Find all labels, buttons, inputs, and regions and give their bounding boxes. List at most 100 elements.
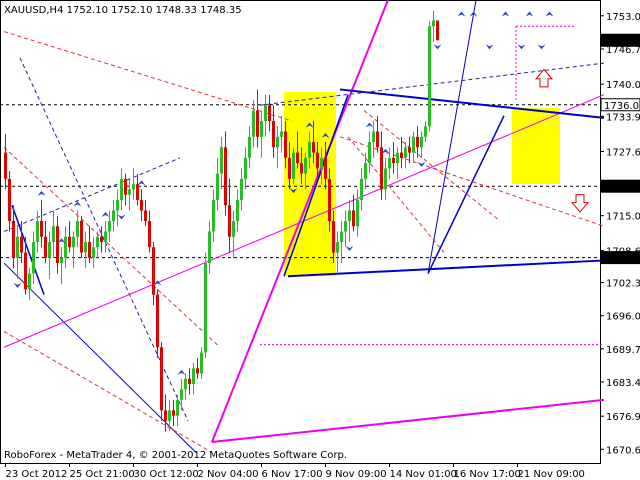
candle-body bbox=[400, 152, 403, 158]
candle-body bbox=[388, 157, 391, 169]
candle-body bbox=[84, 242, 87, 253]
candle-body bbox=[216, 173, 219, 200]
y-tick-label: 1696.00 bbox=[606, 312, 640, 323]
candle-body bbox=[52, 226, 55, 243]
candle-body bbox=[240, 178, 243, 200]
candle-body bbox=[348, 210, 351, 221]
candle-body bbox=[224, 147, 227, 206]
candle-body bbox=[184, 378, 187, 390]
price-box-label: 1736.09 bbox=[604, 101, 640, 112]
x-tick-label: 21 Nov 09:00 bbox=[518, 469, 585, 480]
candle-body bbox=[192, 368, 195, 385]
candle-body bbox=[60, 257, 63, 264]
candle-body bbox=[312, 142, 315, 153]
candle-body bbox=[256, 110, 259, 137]
candle-body bbox=[148, 220, 151, 248]
candle-body bbox=[208, 231, 211, 264]
candle-body bbox=[176, 399, 179, 416]
candle-body bbox=[396, 152, 399, 164]
candle-body bbox=[420, 136, 423, 148]
candle-body bbox=[172, 410, 175, 416]
candle-body bbox=[308, 142, 311, 158]
candle-body bbox=[316, 152, 319, 169]
yellow-zone-1 bbox=[512, 107, 560, 185]
candle-body bbox=[268, 105, 271, 122]
candle-body bbox=[276, 136, 279, 148]
candle-body bbox=[364, 163, 367, 179]
candle-body bbox=[264, 105, 267, 122]
y-tick-label: 1683.40 bbox=[606, 378, 640, 389]
candle-body bbox=[136, 184, 139, 200]
y-tick-label: 1740.00 bbox=[606, 80, 640, 91]
candle-body bbox=[116, 199, 119, 211]
candle-body bbox=[212, 199, 215, 232]
y-tick-label: 1689.70 bbox=[606, 345, 640, 356]
candle-body bbox=[92, 247, 95, 258]
y-tick-label: 1727.65 bbox=[606, 148, 640, 159]
candle-body bbox=[40, 220, 43, 237]
x-tick-label: 16 Nov 17:00 bbox=[454, 469, 521, 480]
candle-body bbox=[284, 131, 287, 158]
candle-body bbox=[404, 147, 407, 158]
candle-body bbox=[72, 236, 75, 248]
candle-body bbox=[76, 220, 79, 237]
candle-body bbox=[124, 178, 127, 195]
candle-body bbox=[140, 199, 143, 211]
candle-body bbox=[384, 168, 387, 190]
candle-body bbox=[100, 236, 103, 243]
candle-body bbox=[44, 236, 47, 258]
candle-body bbox=[408, 147, 411, 153]
candle-body bbox=[180, 389, 183, 400]
candle-body bbox=[300, 163, 303, 174]
candle-body bbox=[372, 131, 375, 143]
candle-body bbox=[20, 236, 23, 253]
candle-body bbox=[360, 178, 363, 200]
candle-body bbox=[64, 236, 67, 258]
y-tick-label: 1715.00 bbox=[606, 212, 640, 223]
x-tick-label: 6 Nov 17:00 bbox=[262, 469, 323, 480]
x-tick-label: 14 Nov 01:00 bbox=[390, 469, 457, 480]
candle-body bbox=[376, 131, 379, 148]
candle-body bbox=[436, 20, 439, 41]
candle-body bbox=[228, 205, 231, 237]
x-tick-label: 23 Oct 2012 bbox=[6, 469, 68, 480]
candle-body bbox=[16, 236, 19, 258]
y-tick-label: 1733.90 bbox=[606, 112, 640, 123]
candle-body bbox=[344, 220, 347, 232]
candle-body bbox=[68, 236, 71, 248]
candle bbox=[428, 21, 431, 132]
candle-body bbox=[104, 231, 107, 243]
y-tick-label: 1670.65 bbox=[606, 445, 640, 456]
candle-body bbox=[320, 157, 323, 169]
candle-body bbox=[288, 157, 291, 179]
candle-body bbox=[32, 242, 35, 274]
price-box-label: 1720.61 bbox=[604, 182, 640, 193]
y-axis: 1753.001746.701740.001733.901727.651721.… bbox=[600, 12, 640, 456]
candle-body bbox=[248, 136, 251, 158]
candle-body bbox=[432, 20, 435, 27]
candle-body bbox=[28, 273, 31, 290]
candle-body bbox=[424, 126, 427, 137]
candle-body bbox=[412, 136, 415, 153]
y-tick-label: 1702.30 bbox=[606, 279, 640, 290]
candle-body bbox=[260, 121, 263, 137]
candle-body bbox=[80, 220, 83, 253]
x-tick-label: 25 Oct 21:00 bbox=[70, 469, 135, 480]
candle bbox=[204, 252, 207, 358]
candle-body bbox=[340, 231, 343, 243]
candle-body bbox=[88, 242, 91, 258]
chart-title: XAUUSD,H4 1752.10 1752.10 1748.33 1748.3… bbox=[4, 5, 242, 16]
y-tick-label: 1753.00 bbox=[606, 12, 640, 23]
candle-body bbox=[36, 220, 39, 243]
candle-body bbox=[236, 199, 239, 221]
candle-body bbox=[108, 220, 111, 232]
candle-body bbox=[48, 242, 51, 258]
candle-body bbox=[128, 189, 131, 195]
candle-body bbox=[272, 121, 275, 148]
candle-body bbox=[152, 247, 155, 295]
candle-body bbox=[220, 147, 223, 174]
candle-body bbox=[292, 152, 295, 179]
candle-body bbox=[304, 157, 307, 174]
price-box-label: 1748.35 bbox=[604, 36, 640, 47]
candle-body bbox=[160, 347, 163, 411]
